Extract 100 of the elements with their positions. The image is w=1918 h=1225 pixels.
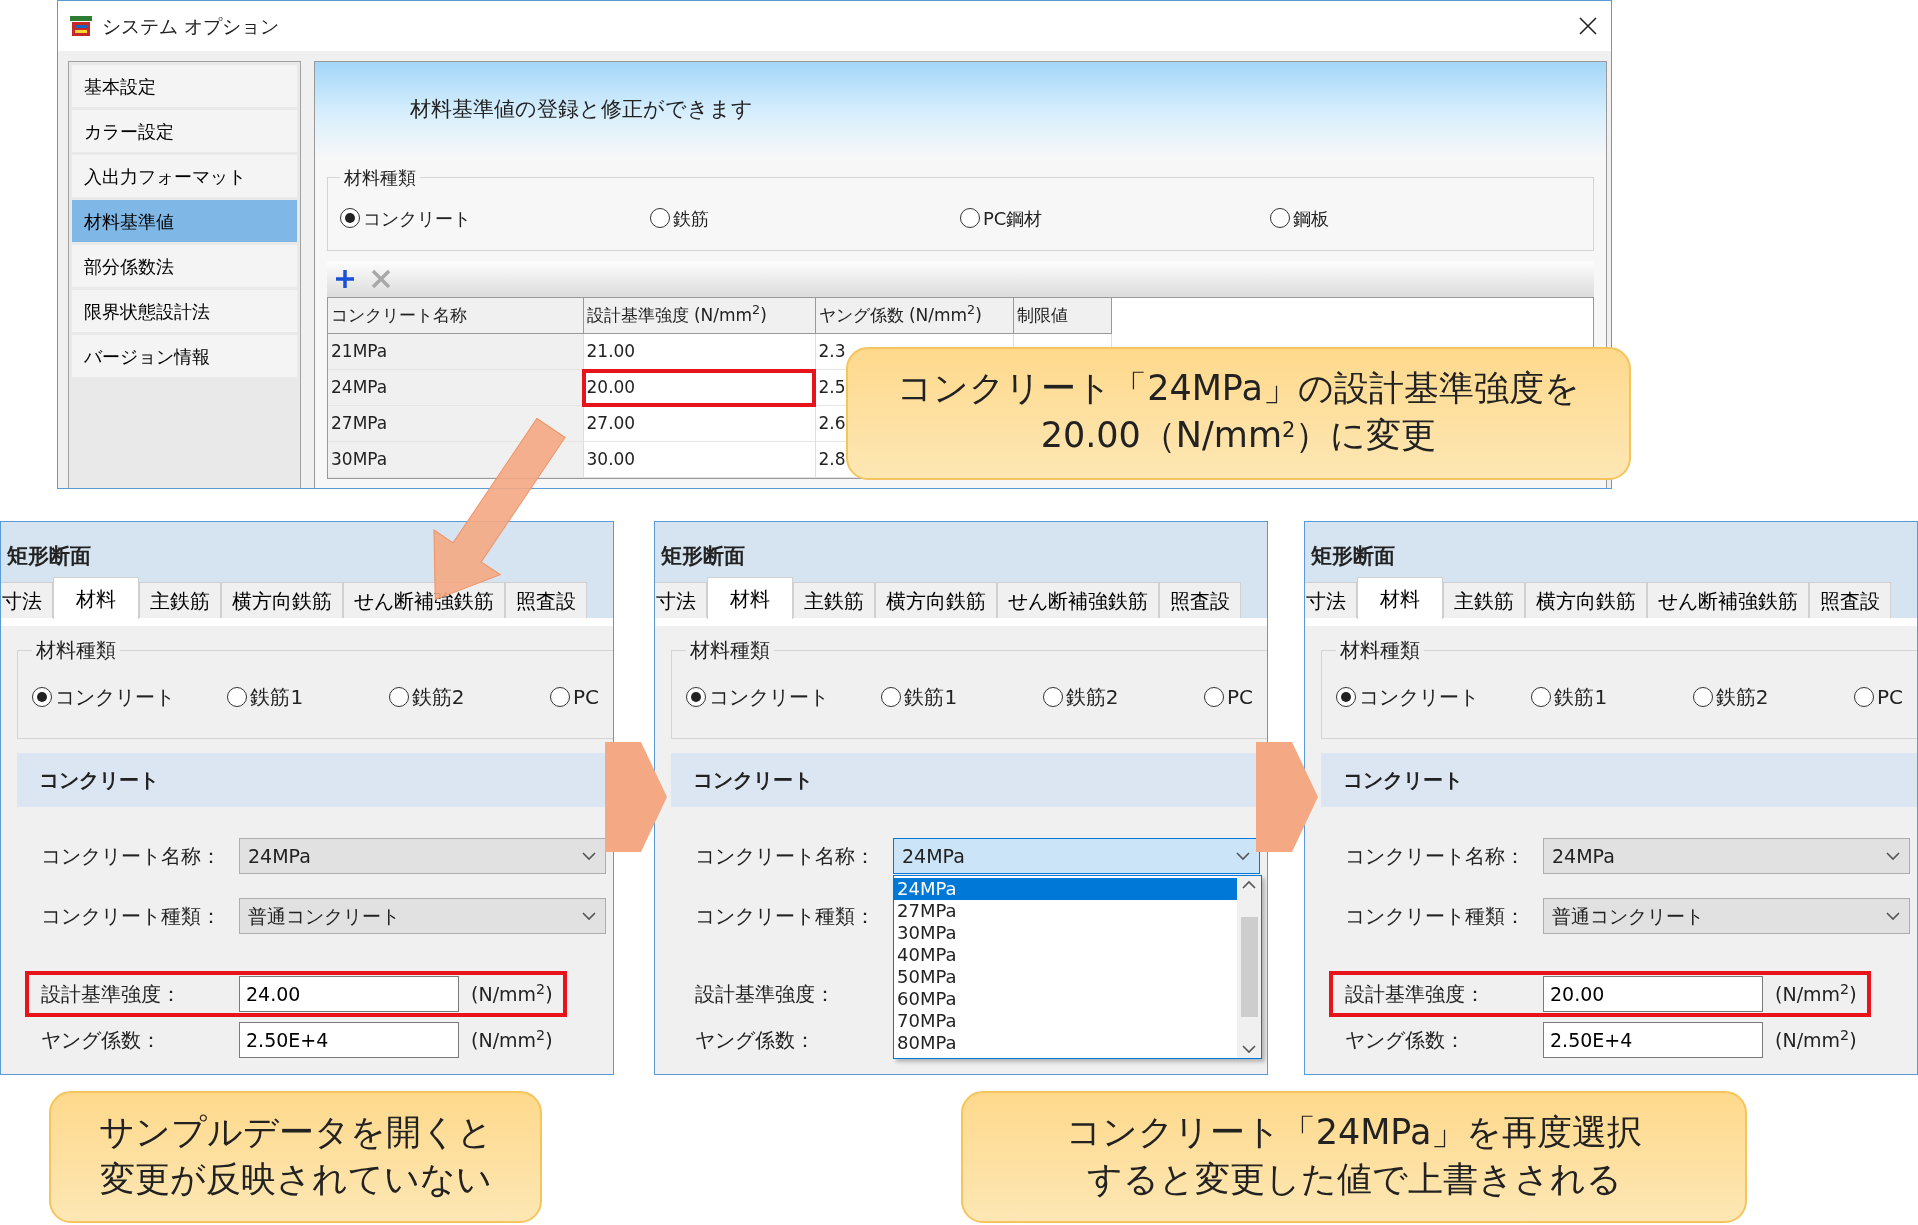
tab[interactable]: せん断補強鉄筋 xyxy=(343,582,505,618)
sidebar-item[interactable]: カラー設定 xyxy=(72,110,297,152)
tab[interactable]: 材料 xyxy=(53,577,139,619)
group-label: 材料種類 xyxy=(343,167,417,189)
sidebar-item[interactable]: 材料基準値 xyxy=(72,200,297,242)
radio-label[interactable]: 鉄筋1 xyxy=(904,682,958,712)
field-label: 設計基準強度： xyxy=(1345,981,1486,1008)
column-header: 制限値 xyxy=(1013,297,1111,334)
app-icon xyxy=(68,13,94,39)
field-value: 普通コンクリート xyxy=(1552,903,1704,929)
field-value: 24MPa xyxy=(902,843,965,869)
radio-button[interactable] xyxy=(1853,687,1874,707)
sidebar-item[interactable]: 部分係数法 xyxy=(72,245,297,287)
tab[interactable]: 主鉄筋 xyxy=(139,582,221,618)
radio-button[interactable] xyxy=(881,687,902,707)
field-label: コンクリート種類： xyxy=(695,903,876,930)
radio-label[interactable]: コンクリート xyxy=(1359,682,1479,712)
radio-button[interactable] xyxy=(960,208,980,229)
tab[interactable]: 横方向鉄筋 xyxy=(221,582,343,618)
radio-label[interactable]: 鋼板 xyxy=(1293,204,1329,232)
radio-button[interactable] xyxy=(686,687,706,707)
chevron-icon xyxy=(581,851,597,861)
tab[interactable]: せん断補強鉄筋 xyxy=(1647,582,1809,618)
tab[interactable]: 寸法 xyxy=(1305,582,1357,618)
radio-label[interactable]: PC鋼材 xyxy=(983,204,1043,232)
field-label: ヤング係数： xyxy=(695,1027,816,1054)
input-field[interactable]: 24.00 xyxy=(239,976,459,1012)
sidebar-item[interactable]: バージョン情報 xyxy=(72,335,297,377)
field-label: コンクリート名称： xyxy=(695,843,876,870)
input-field[interactable]: 2.50E+4 xyxy=(239,1022,459,1058)
group-label: 材料種類 xyxy=(1339,638,1421,662)
radio-label[interactable]: 鉄筋1 xyxy=(1554,682,1608,712)
dropdown-field[interactable]: 普通コンクリート xyxy=(239,898,606,934)
sidebar-item[interactable]: 限界状態設計法 xyxy=(72,290,297,332)
tab[interactable]: 寸法 xyxy=(655,582,707,618)
radio-button[interactable] xyxy=(650,208,670,229)
radio-label[interactable]: コンクリート xyxy=(709,682,829,712)
table-cell: 21MPa xyxy=(328,333,583,370)
tab[interactable]: 照査設 xyxy=(505,582,587,618)
tab[interactable]: 横方向鉄筋 xyxy=(875,582,997,618)
field-label: コンクリート種類： xyxy=(1345,903,1526,930)
sidebar-item[interactable]: 基本設定 xyxy=(72,65,297,107)
tab[interactable]: 主鉄筋 xyxy=(793,582,875,618)
table-cell: 27.00 xyxy=(583,405,815,442)
unit-label: (N/mm$^{2}$) xyxy=(471,979,553,1007)
radio-button[interactable] xyxy=(1531,687,1552,707)
input-field[interactable]: 20.00 xyxy=(1543,976,1763,1012)
panel-title: 矩形断面 xyxy=(1311,542,1395,570)
radio-label[interactable]: PC xyxy=(572,682,599,712)
radio-button[interactable] xyxy=(32,687,52,707)
tab[interactable]: せん断補強鉄筋 xyxy=(997,582,1159,618)
field-value: 普通コンクリート xyxy=(248,903,400,929)
field-value: 24MPa xyxy=(1552,843,1615,869)
list-option[interactable]: 24MPa xyxy=(894,878,1237,900)
radio-label[interactable]: 鉄筋 xyxy=(673,204,709,232)
section-title: コンクリート xyxy=(39,767,159,794)
radio-button[interactable] xyxy=(340,208,360,229)
scrollbar[interactable] xyxy=(1237,876,1261,1058)
field-label: ヤング係数： xyxy=(41,1027,162,1054)
radio-button[interactable] xyxy=(1042,687,1063,707)
dropdown-field[interactable]: 24MPa xyxy=(1543,838,1910,874)
sidebar-item[interactable]: 入出力フォーマット xyxy=(72,155,297,197)
dropdown-field[interactable]: 24MPa xyxy=(239,838,606,874)
field-label: ヤング係数： xyxy=(1345,1027,1466,1054)
radio-label[interactable]: コンクリート xyxy=(55,682,175,712)
tab[interactable]: 材料 xyxy=(707,577,793,619)
radio-button[interactable] xyxy=(1203,687,1224,707)
tab[interactable]: 照査設 xyxy=(1159,582,1241,618)
input-field[interactable]: 2.50E+4 xyxy=(1543,1022,1763,1058)
tab[interactable]: 寸法 xyxy=(1,582,53,618)
tab[interactable]: 照査設 xyxy=(1809,582,1891,618)
group-label: 材料種類 xyxy=(35,638,117,662)
radio-label[interactable]: PC xyxy=(1226,682,1253,712)
radio-button[interactable] xyxy=(1692,687,1713,707)
radio-button[interactable] xyxy=(549,687,570,707)
radio-label[interactable]: 鉄筋2 xyxy=(1715,682,1769,712)
table-cell: 21.00 xyxy=(583,333,815,370)
field-label: コンクリート名称： xyxy=(41,843,222,870)
tab[interactable]: 横方向鉄筋 xyxy=(1525,582,1647,618)
close-icon xyxy=(1579,17,1597,35)
table-cell: 20.00 xyxy=(583,369,815,406)
radio-label[interactable]: 鉄筋1 xyxy=(250,682,304,712)
chevron-down-icon xyxy=(1241,1044,1257,1054)
radio-button[interactable] xyxy=(388,687,409,707)
radio-label[interactable]: PC xyxy=(1876,682,1903,712)
panel-title: 矩形断面 xyxy=(661,542,745,570)
radio-button[interactable] xyxy=(1336,687,1356,707)
tab[interactable]: 主鉄筋 xyxy=(1443,582,1525,618)
radio-label[interactable]: 鉄筋2 xyxy=(411,682,465,712)
radio-label[interactable]: 鉄筋2 xyxy=(1065,682,1119,712)
group-label: 材料種類 xyxy=(689,638,771,662)
chevron-up-icon xyxy=(1241,880,1257,890)
radio-label[interactable]: コンクリート xyxy=(363,204,471,232)
scroll-thumb[interactable] xyxy=(1240,917,1258,1017)
callout-note: コンクリート「24MPa」を再度選択 すると変更した値で上書きされる xyxy=(961,1091,1747,1223)
radio-button[interactable] xyxy=(1270,208,1290,229)
panel-title: 矩形断面 xyxy=(7,542,91,570)
dropdown-field[interactable]: 普通コンクリート xyxy=(1543,898,1910,934)
tab[interactable]: 材料 xyxy=(1357,577,1443,619)
radio-button[interactable] xyxy=(227,687,248,707)
